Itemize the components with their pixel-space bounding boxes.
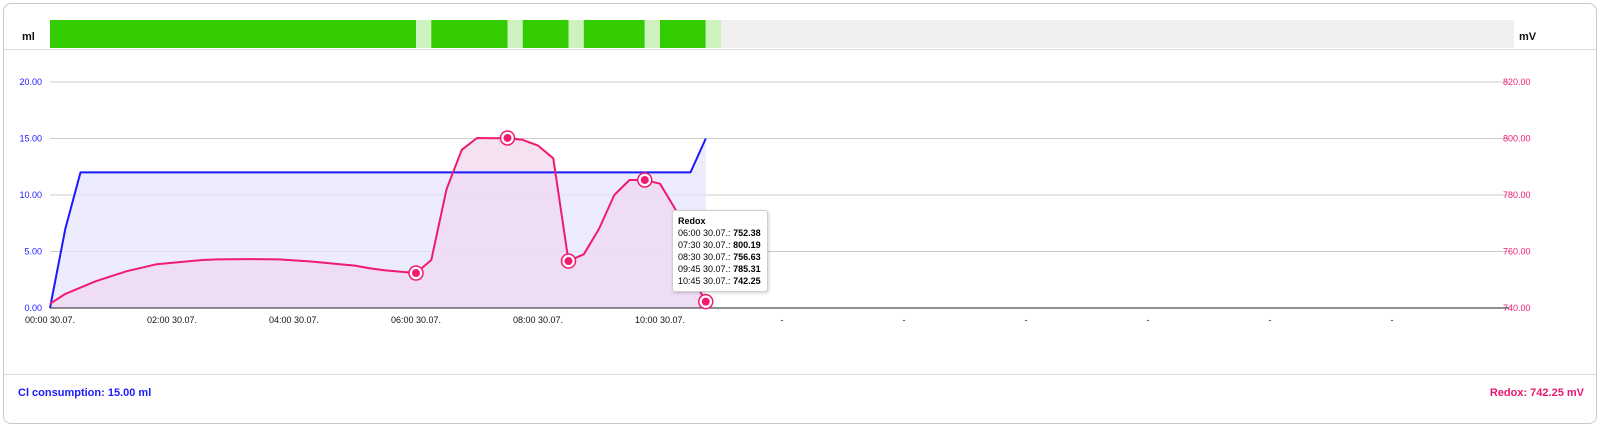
tooltip-row-value: 785.31 <box>733 264 761 274</box>
tooltip-row-value: 752.38 <box>733 228 761 238</box>
redox-marker <box>564 257 573 266</box>
status-bar-segment-off <box>568 20 584 48</box>
x-tick-label: - <box>1391 315 1394 325</box>
tooltip-row: 10:45 30.07.: 742.25 <box>678 275 762 287</box>
status-bar-segment-off <box>507 20 523 48</box>
x-tick-label: - <box>1269 315 1272 325</box>
tooltip-row-value: 756.63 <box>733 252 761 262</box>
y-right-tick-label: 820.00 <box>1503 77 1531 87</box>
x-tick-label: 08:00 30.07. <box>513 315 563 325</box>
redox-marker <box>701 297 710 306</box>
status-bar-segment-on <box>431 20 508 48</box>
status-bar-segment-off <box>416 20 432 48</box>
tooltip-row-label: 08:30 30.07.: <box>678 252 731 262</box>
chart-panel: ml mV 0.00 740.00 5.00 760.00 10.00 780.00 15.… <box>3 3 1597 424</box>
redox-marker <box>412 269 420 278</box>
tooltip-title: Redox <box>678 216 706 226</box>
x-tick-label: 10:00 30.07. <box>635 315 685 325</box>
status-bar-segment-on <box>660 20 706 48</box>
x-tick-label: 04:00 30.07. <box>269 315 319 325</box>
status-bar-segment-on <box>50 20 416 48</box>
y-left-tick-label: 20.00 <box>19 77 42 87</box>
y-left-tick-label: 10.00 <box>19 190 42 200</box>
x-tick-label: 02:00 30.07. <box>147 315 197 325</box>
tooltip-row: 06:00 30.07.: 752.38 <box>678 227 762 239</box>
status-bar-segment-off <box>644 20 660 48</box>
tooltip-row-value: 742.25 <box>733 276 761 286</box>
tooltip-row: 07:30 30.07.: 800.19 <box>678 239 762 251</box>
y-right-tick-label: 800.00 <box>1503 134 1531 144</box>
x-tick-label: 06:00 30.07. <box>391 315 441 325</box>
x-tick-label: - <box>903 315 906 325</box>
tooltip-row-value: 800.19 <box>733 240 761 250</box>
x-tick-label: - <box>1147 315 1150 325</box>
x-tick-label: 00:00 30.07. <box>25 315 75 325</box>
status-bar-segment-on <box>583 20 645 48</box>
tooltip-row-label: 10:45 30.07.: <box>678 276 731 286</box>
x-tick-label: - <box>781 315 784 325</box>
tooltip-row-label: 06:00 30.07.: <box>678 228 731 238</box>
y-left-tick-label: 0.00 <box>24 303 42 313</box>
redox-marker <box>640 175 649 184</box>
tooltip-row-label: 07:30 30.07.: <box>678 240 731 250</box>
tooltip-row: 09:45 30.07.: 785.31 <box>678 263 762 275</box>
y-right-tick-label: 760.00 <box>1503 247 1531 257</box>
x-tick-label: - <box>1025 315 1028 325</box>
redox-consumption-chart[interactable]: 0.00 740.005.00 760.0010.00 780.0015.00 800.… <box>4 4 1596 423</box>
y-left-tick-label: 5.00 <box>24 247 42 257</box>
status-bar-segment-off <box>705 20 721 48</box>
status-bar-segment-empty <box>721 20 1514 48</box>
tooltip-row-label: 09:45 30.07.: <box>678 264 731 274</box>
tooltip-row: 08:30 30.07.: 756.63 <box>678 251 762 263</box>
y-left-tick-label: 15.00 <box>19 134 42 144</box>
y-right-tick-label: 780.00 <box>1503 190 1531 200</box>
redox-summary: Redox: 742.25 mV <box>1489 387 1584 399</box>
cl-consumption-summary: Cl consumption: 15.00 ml <box>18 387 152 399</box>
redox-marker <box>503 133 512 142</box>
redox-tooltip: Redox 06:00 30.07.: 752.38 07:30 30.07.:… <box>672 210 768 292</box>
status-bar-segment-on <box>522 20 569 48</box>
